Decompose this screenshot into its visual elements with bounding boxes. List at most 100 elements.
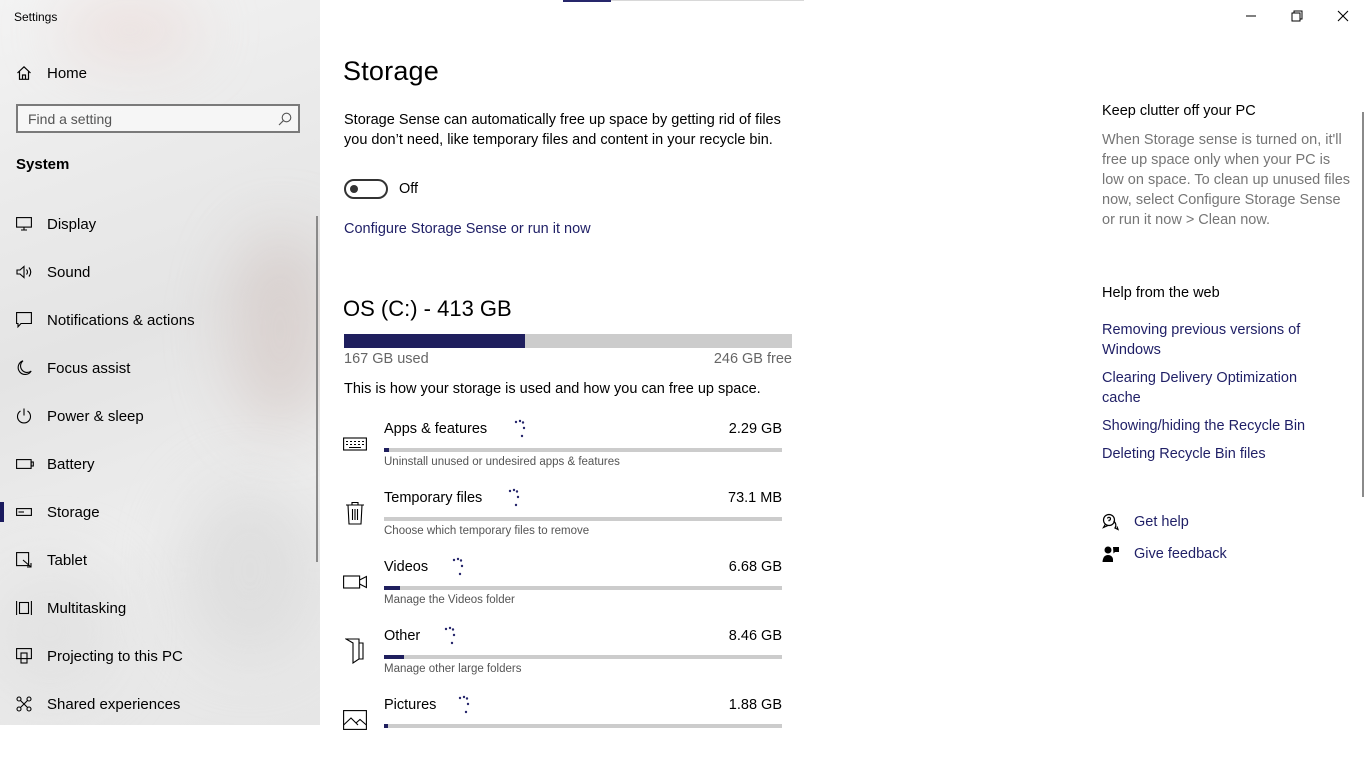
toggle-state-label: Off	[399, 181, 419, 197]
storage-usage-description: This is how your storage is used and how…	[344, 381, 761, 397]
drive-free-label: 246 GB free	[713, 351, 792, 367]
battery-icon	[0, 459, 47, 469]
shared-experiences-icon	[0, 696, 47, 712]
sidebar-item-sound[interactable]: Sound	[0, 254, 316, 290]
get-help-label: Get help	[1134, 514, 1189, 530]
sidebar-scrollbar[interactable]	[316, 216, 318, 562]
drive-usage-bar	[344, 334, 792, 348]
main-scrollbar[interactable]	[1362, 112, 1364, 497]
home-nav[interactable]: Home	[16, 62, 87, 84]
storage-sense-description: Storage Sense can automatically free up …	[344, 112, 781, 148]
category-name: Temporary files	[384, 490, 483, 506]
loading-spinner-icon	[508, 488, 520, 507]
main-content: Storage Storage Sense can automatically …	[320, 0, 1366, 730]
storage-icon	[0, 508, 47, 516]
home-icon	[16, 65, 47, 81]
restore-icon	[1291, 10, 1303, 22]
sidebar-item-focus-assist[interactable]: Focus assist	[0, 350, 316, 386]
sidebar: Settings Home System Display Sound Notif…	[0, 0, 320, 725]
search-input[interactable]	[18, 110, 272, 127]
sidebar-item-label: Power & sleep	[47, 407, 144, 425]
sidebar-item-power-sleep[interactable]: Power & sleep	[0, 398, 316, 434]
loading-spinner-icon	[458, 695, 470, 714]
help-link-recycle-bin-visibility[interactable]: Showing/hiding the Recycle Bin	[1102, 416, 1332, 436]
category-hint: Manage the Videos folder	[384, 594, 515, 606]
help-link-previous-versions[interactable]: Removing previous versions of Windows	[1102, 320, 1332, 360]
sidebar-item-label: Notifications & actions	[47, 311, 195, 329]
restore-button[interactable]	[1274, 0, 1320, 32]
display-icon	[0, 217, 47, 231]
sidebar-item-label: Shared experiences	[47, 695, 181, 713]
sidebar-item-shared-experiences[interactable]: Shared experiences	[0, 686, 316, 722]
sidebar-item-tablet[interactable]: Tablet	[0, 542, 316, 578]
sidebar-item-projecting[interactable]: Projecting to this PC	[0, 638, 316, 674]
drive-title[interactable]: OS (C:) - 413 GB	[343, 296, 512, 322]
storage-sense-toggle[interactable]	[344, 179, 388, 199]
close-button[interactable]	[1320, 0, 1366, 32]
page-title: Storage	[343, 56, 439, 86]
sidebar-item-storage[interactable]: Storage	[0, 494, 316, 530]
sidebar-item-label: Battery	[47, 455, 95, 473]
category-pictures[interactable]: Pictures 1.88 GB	[340, 695, 784, 757]
sidebar-item-label: Display	[47, 215, 97, 233]
sidebar-item-multitasking[interactable]: Multitasking	[0, 590, 316, 626]
loading-spinner-icon	[514, 419, 526, 438]
sidebar-item-label: Sound	[47, 263, 91, 281]
category-size: 1.88 GB	[728, 697, 782, 713]
loading-spinner-icon	[444, 626, 456, 645]
category-usage-bar	[384, 517, 782, 521]
chat-help-icon	[1102, 513, 1134, 531]
drive-usage-fill	[344, 334, 525, 348]
minimize-icon	[1246, 15, 1256, 17]
search-box[interactable]	[16, 104, 300, 133]
category-size: 6.68 GB	[728, 559, 782, 575]
power-icon	[0, 408, 47, 424]
window-title: Settings	[14, 10, 58, 24]
multitasking-icon	[0, 600, 47, 616]
sidebar-item-label: Tablet	[47, 551, 88, 569]
category-usage-bar	[384, 655, 782, 659]
category-hint: Uninstall unused or undesired apps & fea…	[384, 456, 620, 468]
category-usage-fill	[384, 448, 389, 452]
category-apps-features[interactable]: Apps & features 2.29 GB Uninstall unused…	[340, 419, 784, 481]
home-label: Home	[47, 64, 88, 82]
search-icon[interactable]	[272, 112, 298, 126]
notifications-icon	[0, 312, 47, 328]
sidebar-item-battery[interactable]: Battery	[0, 446, 316, 482]
category-videos[interactable]: Videos 6.68 GB Manage the Videos folder	[340, 557, 784, 619]
toggle-knob	[350, 185, 358, 193]
clutter-description: When Storage sense is turned on, it'll f…	[1102, 132, 1351, 228]
category-size: 73.1 MB	[728, 490, 782, 506]
category-usage-bar	[384, 448, 782, 452]
minimize-button[interactable]	[1228, 0, 1274, 32]
feedback-icon	[1102, 545, 1134, 563]
category-name: Other	[384, 628, 421, 644]
get-help-link[interactable]: Get help	[1102, 510, 1189, 534]
sidebar-item-label: Focus assist	[47, 359, 131, 377]
category-other[interactable]: Other 8.46 GB Manage other large folders	[340, 626, 784, 688]
category-hint: Manage other large folders	[384, 663, 522, 675]
sidebar-item-label: Storage	[47, 503, 100, 521]
sound-icon	[0, 265, 47, 279]
category-name: Pictures	[384, 697, 437, 713]
category-usage-bar	[384, 586, 782, 590]
category-temporary-files[interactable]: Temporary files 73.1 MB Choose which tem…	[340, 488, 784, 550]
picture-icon	[342, 707, 368, 733]
moon-icon	[0, 360, 47, 376]
give-feedback-link[interactable]: Give feedback	[1102, 542, 1227, 566]
sidebar-item-notifications[interactable]: Notifications & actions	[0, 302, 316, 338]
trash-icon	[342, 500, 368, 526]
keyboard-icon	[342, 431, 368, 457]
clutter-heading: Keep clutter off your PC	[1102, 103, 1256, 119]
give-feedback-label: Give feedback	[1134, 546, 1227, 562]
close-icon	[1337, 10, 1349, 22]
video-camera-icon	[342, 569, 368, 595]
category-usage-fill	[384, 655, 404, 659]
help-link-delete-recycle-bin[interactable]: Deleting Recycle Bin files	[1102, 444, 1332, 464]
configure-storage-sense-link[interactable]: Configure Storage Sense or run it now	[344, 221, 591, 237]
category-name: Videos	[384, 559, 429, 575]
help-link-delivery-optimization[interactable]: Clearing Delivery Optimization cache	[1102, 368, 1332, 408]
category-hint: Choose which temporary files to remove	[384, 525, 590, 537]
category-name: Apps & features	[384, 421, 488, 437]
sidebar-item-display[interactable]: Display	[0, 206, 316, 242]
